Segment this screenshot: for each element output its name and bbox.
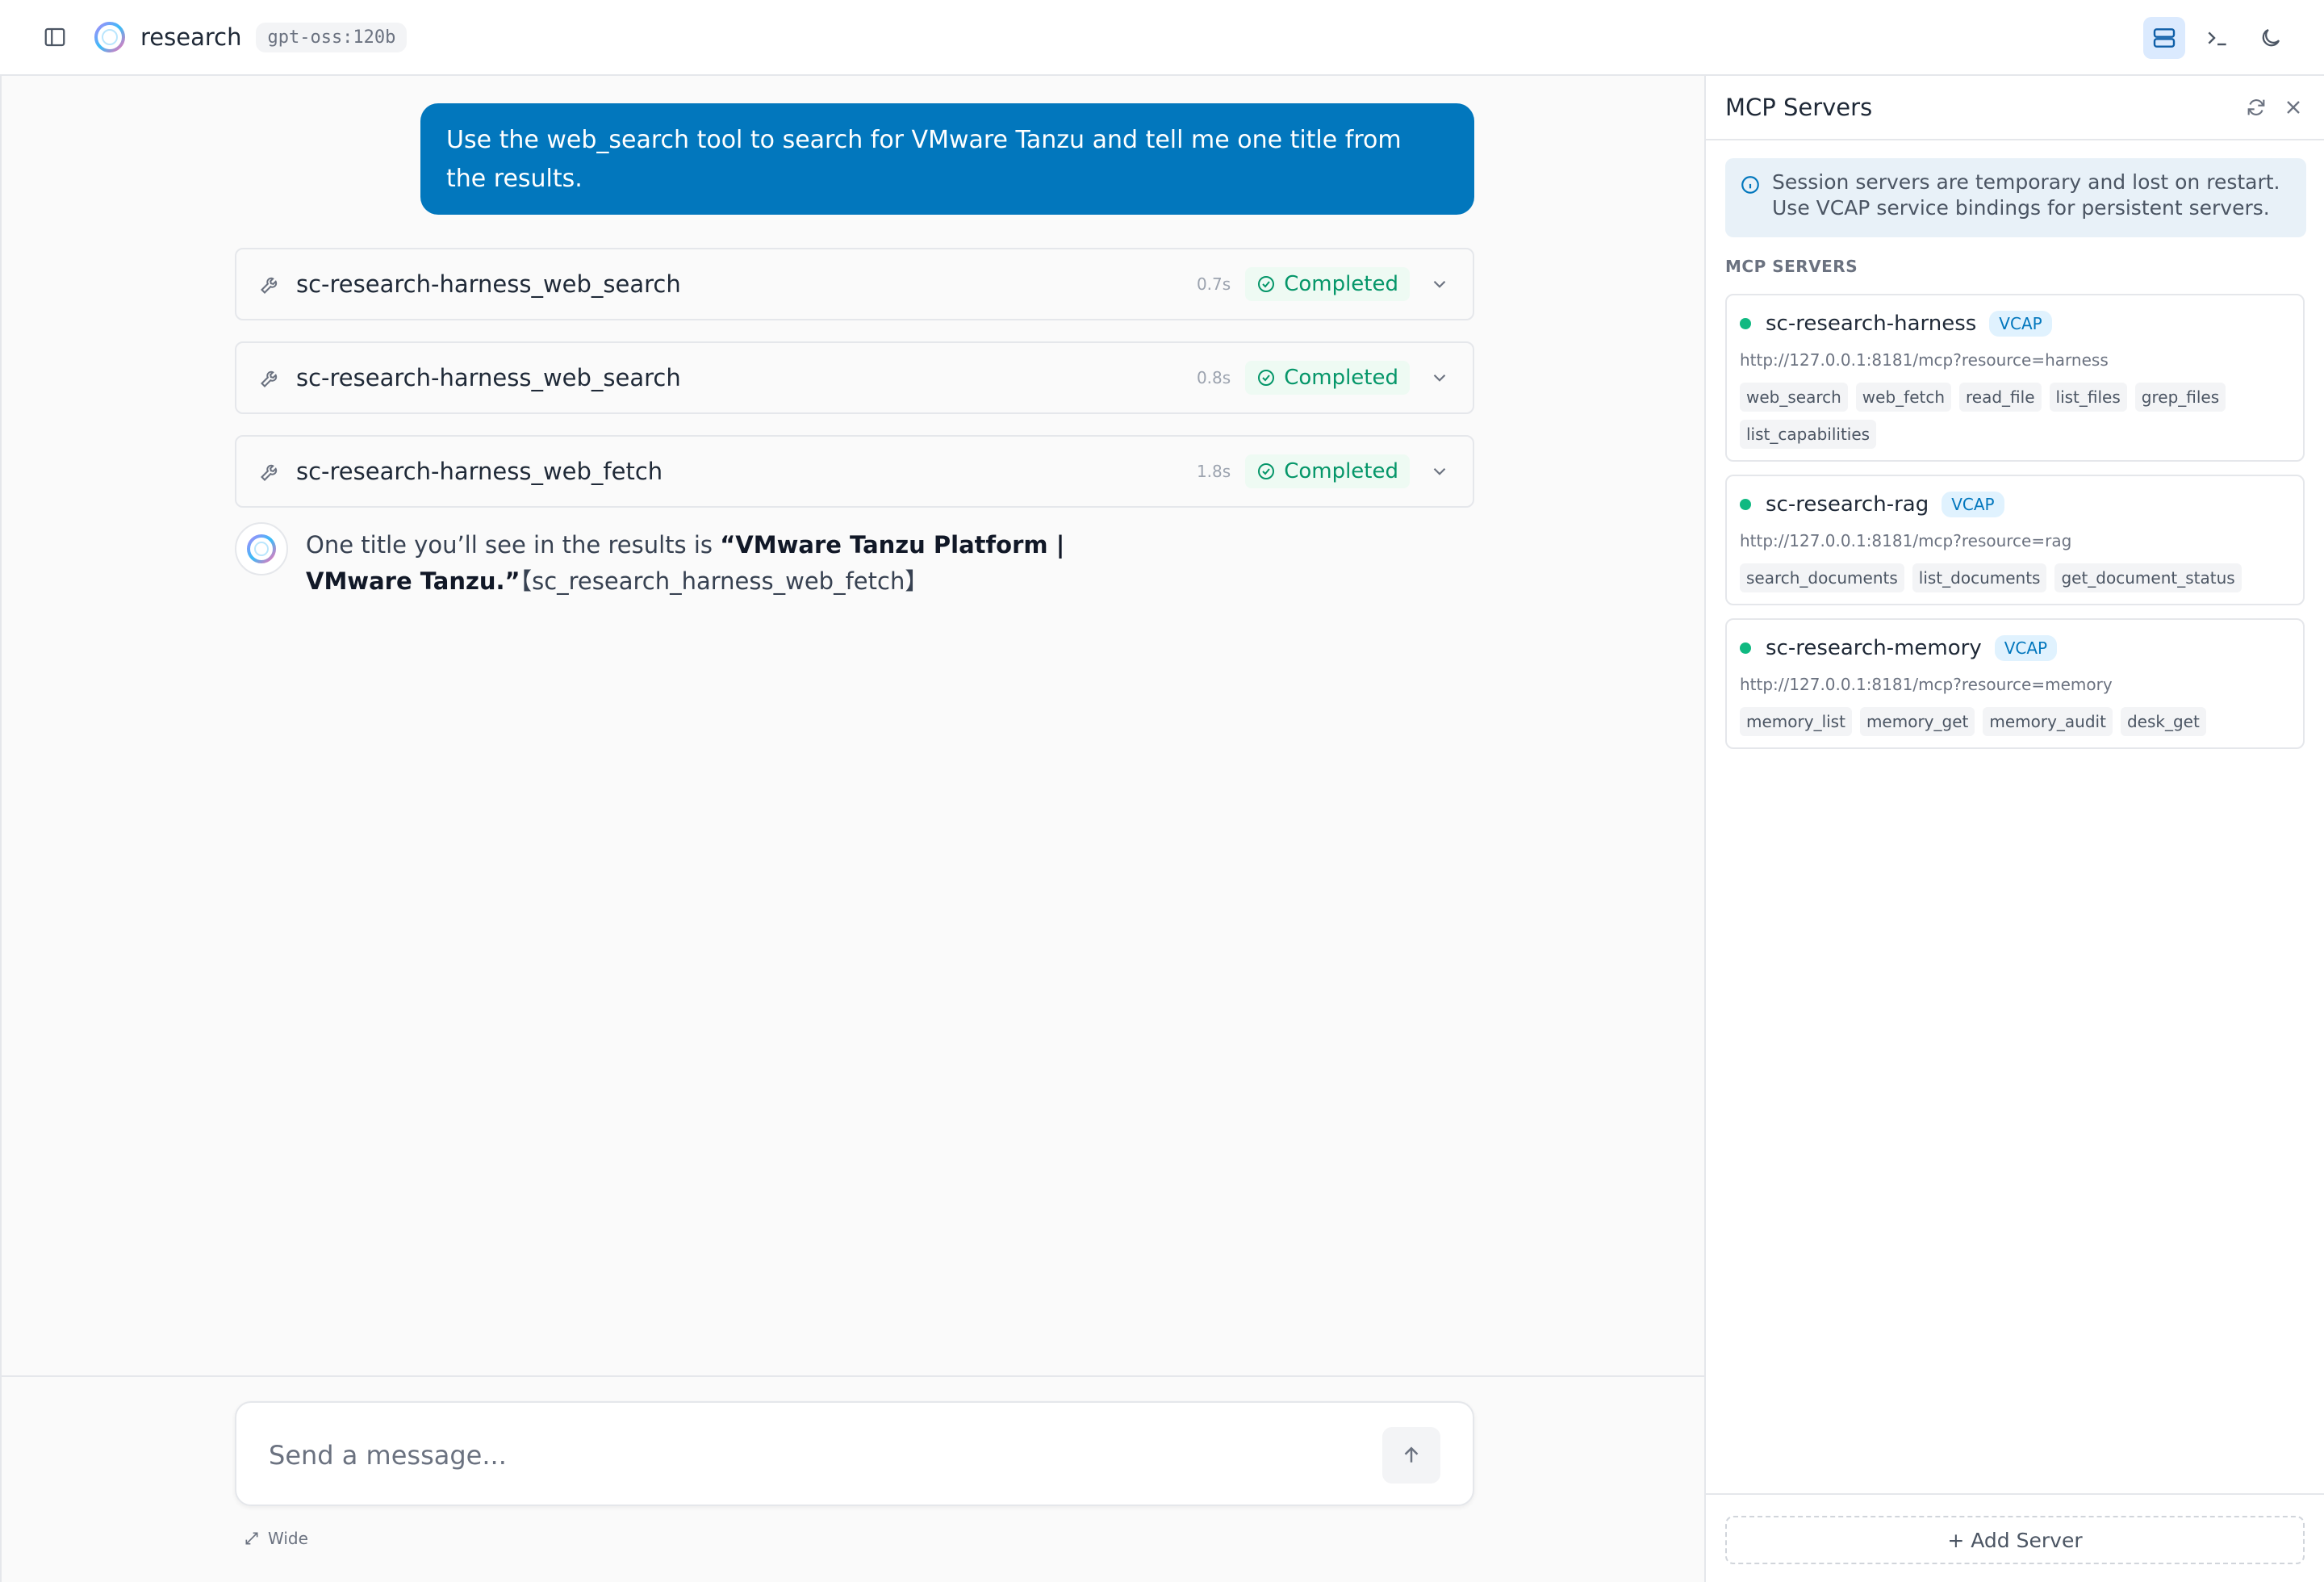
chevron-down-icon[interactable]	[1429, 274, 1450, 295]
status-label: Completed	[1284, 272, 1398, 296]
check-circle-icon	[1258, 463, 1275, 479]
avatar	[235, 522, 288, 575]
tool-chip: list_files	[2049, 383, 2127, 412]
tool-duration: 0.7s	[1196, 274, 1231, 294]
tool-call-card[interactable]: sc-research-harness_web_search 0.7s Comp…	[235, 248, 1474, 320]
tool-chip: memory_get	[1859, 707, 1975, 736]
assistant-text-prefix: One title you’ll see in the results is	[306, 531, 721, 559]
moon-icon[interactable]	[2250, 17, 2292, 59]
chevron-down-icon[interactable]	[1429, 461, 1450, 482]
citation[interactable]: 【sc_research_harness_web_fetch】	[520, 567, 929, 595]
tool-chip: desk_get	[2120, 707, 2206, 736]
info-banner: Session servers are temporary and lost o…	[1725, 158, 2306, 237]
status-label: Completed	[1284, 459, 1398, 483]
model-badge[interactable]: gpt-oss:120b	[256, 22, 408, 52]
expand-icon	[245, 1532, 258, 1545]
tool-chip: search_documents	[1740, 563, 1904, 592]
tool-chip: memory_audit	[1983, 707, 2113, 736]
panel-footer: + Add Server	[1706, 1493, 2324, 1582]
server-url: http://127.0.0.1:8181/mcp?resource=harne…	[1740, 350, 2109, 370]
info-icon	[1741, 176, 1759, 194]
server-name: sc-research-rag	[1766, 492, 1929, 517]
check-circle-icon	[1258, 370, 1275, 386]
tool-chip: get_document_status	[2054, 563, 2242, 592]
tool-chip: web_fetch	[1855, 383, 1952, 412]
vcap-badge: VCAP	[1989, 311, 2052, 337]
send-button[interactable]	[1382, 1427, 1440, 1484]
tool-call-card[interactable]: sc-research-harness_web_fetch 1.8s Compl…	[235, 435, 1474, 508]
panel-header: MCP Servers	[1706, 76, 2324, 140]
tool-chip: list_capabilities	[1740, 420, 1877, 449]
tool-duration: 0.8s	[1196, 368, 1231, 387]
tool-name: sc-research-harness_web_fetch	[296, 458, 663, 485]
tool-chip: list_documents	[1912, 563, 2047, 592]
server-card[interactable]: sc-research-memory VCAP http://127.0.0.1…	[1725, 618, 2305, 749]
refresh-icon[interactable]	[2245, 96, 2268, 119]
servers-icon[interactable]	[2143, 17, 2185, 59]
info-text: Session servers are temporary and lost o…	[1772, 170, 2280, 220]
server-url: http://127.0.0.1:8181/mcp?resource=memor…	[1740, 675, 2113, 694]
wrench-icon	[261, 277, 278, 294]
status-dot	[1740, 642, 1751, 654]
status-dot	[1740, 318, 1751, 329]
wide-label: Wide	[268, 1529, 308, 1548]
chat-area: Use the web_search tool to search for VM…	[0, 76, 1706, 1582]
tool-chip: web_search	[1740, 383, 1848, 412]
tool-name: sc-research-harness_web_search	[296, 364, 681, 391]
assistant-text: One title you’ll see in the results is “…	[306, 527, 1113, 600]
wrench-icon	[261, 370, 278, 387]
check-circle-icon	[1258, 276, 1275, 292]
tool-call-card[interactable]: sc-research-harness_web_search 0.8s Comp…	[235, 341, 1474, 414]
status-badge: Completed	[1245, 267, 1410, 301]
tool-duration: 1.8s	[1196, 462, 1231, 481]
add-server-button[interactable]: + Add Server	[1725, 1516, 2305, 1564]
wide-toggle[interactable]: Wide	[244, 1529, 308, 1548]
server-name: sc-research-harness	[1766, 312, 1977, 336]
tool-name: sc-research-harness_web_search	[296, 270, 681, 298]
tool-chip: read_file	[1959, 383, 2042, 412]
top-bar: research gpt-oss:120b	[0, 0, 2324, 76]
sidebar-toggle-icon[interactable]	[34, 16, 76, 58]
arrow-up-icon	[1404, 1446, 1419, 1463]
app-logo-icon	[94, 22, 125, 52]
mcp-servers-panel: MCP Servers Session servers are temporar…	[1704, 76, 2324, 1582]
app-name: research	[140, 23, 242, 51]
server-card[interactable]: sc-research-rag VCAP http://127.0.0.1:81…	[1725, 475, 2305, 605]
terminal-icon[interactable]	[2197, 17, 2238, 59]
tool-chip: memory_list	[1740, 707, 1852, 736]
composer	[235, 1401, 1474, 1506]
panel-title: MCP Servers	[1725, 94, 1873, 121]
assistant-logo-icon	[247, 534, 276, 563]
server-name: sc-research-memory	[1766, 636, 1982, 660]
server-card[interactable]: sc-research-harness VCAP http://127.0.0.…	[1725, 294, 2305, 462]
status-badge: Completed	[1245, 361, 1410, 395]
status-label: Completed	[1284, 366, 1398, 390]
server-url: http://127.0.0.1:8181/mcp?resource=rag	[1740, 531, 2072, 550]
section-label: MCP SERVERS	[1725, 257, 1858, 276]
message-input[interactable]	[269, 1433, 1318, 1477]
status-dot	[1740, 499, 1751, 510]
composer-area: Wide	[2, 1375, 1706, 1582]
close-icon[interactable]	[2282, 96, 2305, 119]
assistant-message: One title you’ll see in the results is “…	[235, 522, 1474, 600]
tool-chip: grep_files	[2134, 383, 2226, 412]
wrench-icon	[261, 464, 278, 481]
user-message: Use the web_search tool to search for VM…	[420, 103, 1474, 215]
vcap-badge: VCAP	[1994, 635, 2058, 661]
chevron-down-icon[interactable]	[1429, 367, 1450, 388]
vcap-badge: VCAP	[1942, 492, 2004, 517]
status-badge: Completed	[1245, 454, 1410, 488]
